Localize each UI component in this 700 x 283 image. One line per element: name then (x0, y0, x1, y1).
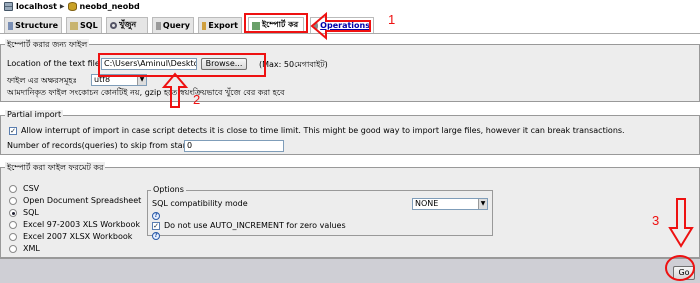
compression-note: আমদানিকৃত ফাইল সংকোচন কোনটিই নয়, gzip হ… (7, 88, 285, 97)
annotation-arrow-down-icon (668, 198, 694, 248)
tab-sql-label: SQL (80, 21, 98, 30)
tab-structure-label: Structure (15, 21, 58, 30)
format-radio-sql[interactable] (9, 209, 17, 217)
format-label-xml: XML (23, 244, 40, 253)
format-radio-xlsx[interactable] (9, 233, 17, 241)
annotation-number-2: 2 (193, 92, 201, 107)
partial-section-legend: Partial import (5, 110, 64, 119)
breadcrumb-database[interactable]: neobd_neobd (80, 2, 140, 11)
breadcrumb-server[interactable]: localhost (16, 2, 57, 11)
options-box: Options SQL compatibility mode ? NONE ▼ … (147, 185, 493, 240)
partial-import-section: Partial import ✓ Allow interrupt of impo… (0, 110, 700, 155)
database-icon (67, 1, 77, 11)
export-icon (202, 21, 207, 30)
allow-interrupt-checkbox[interactable]: ✓ (9, 127, 17, 135)
format-radio-csv[interactable] (9, 185, 17, 193)
auto-increment-label: Do not use AUTO_INCREMENT for zero value… (164, 221, 346, 230)
query-icon (156, 21, 161, 30)
annotation-number-3: 3 (652, 213, 660, 228)
format-radio-ods[interactable] (9, 197, 17, 205)
format-label-ods: Open Document Spreadsheet (23, 196, 142, 205)
breadcrumb: localhost ▶ neobd_neobd (4, 1, 140, 11)
sql-compat-value: NONE (415, 199, 439, 208)
server-icon (4, 1, 13, 11)
auto-increment-checkbox[interactable]: ✓ (152, 222, 160, 230)
format-section-legend: ইম্পোর্ট করা ফাইল ফরমেট কর (5, 162, 106, 175)
tab-search[interactable]: খুঁজুন (106, 17, 148, 33)
skip-records-label: Number of records(queries) to skip from … (7, 141, 190, 150)
annotation-circle-go (665, 255, 695, 281)
tab-structure[interactable]: Structure (4, 17, 62, 33)
sql-compat-label: SQL compatibility mode (152, 199, 248, 208)
footer-bar: Go (0, 258, 700, 283)
tab-search-label: খুঁজুন (119, 20, 137, 29)
options-legend: Options (151, 185, 186, 194)
tab-export-label: Export (208, 21, 238, 30)
skip-records-input[interactable]: 0 (184, 140, 284, 152)
help-icon[interactable]: ? (152, 232, 160, 240)
search-icon (110, 22, 117, 29)
chevron-down-icon: ▼ (478, 199, 487, 209)
help-icon[interactable]: ? (152, 212, 160, 220)
format-label-xls: Excel 97-2003 XLS Workbook (23, 220, 141, 229)
tab-query-label: Query (162, 21, 190, 30)
location-label: Location of the text file (7, 59, 100, 68)
format-section: ইম্পোর্ট করা ফাইল ফরমেট কর CSV Open Docu… (0, 162, 700, 258)
sql-icon (70, 21, 78, 30)
format-label-csv: CSV (23, 184, 40, 193)
tab-query[interactable]: Query (152, 17, 194, 33)
format-label-xlsx: Excel 2007 XLSX Workbook (23, 232, 133, 241)
annotation-arrow-left-icon (310, 11, 371, 41)
max-size-note: (Max: 50মেগাবাইট) (259, 60, 328, 69)
tab-export[interactable]: Export (198, 17, 242, 33)
format-radio-xml[interactable] (9, 245, 17, 253)
format-radio-xls[interactable] (9, 221, 17, 229)
annotation-arrow-up-icon (161, 72, 189, 108)
annotation-box-import-tab (244, 13, 308, 33)
annotation-number-1: 1 (388, 12, 396, 27)
format-label-sql: SQL (23, 208, 39, 217)
allow-interrupt-label: Allow interrupt of import in case script… (21, 126, 625, 135)
tab-sql[interactable]: SQL (66, 17, 102, 33)
structure-icon (8, 21, 14, 30)
file-section-legend: ইম্পোর্ট করার জন্য ফাইল (5, 39, 90, 52)
breadcrumb-separator-icon: ▶ (59, 2, 65, 10)
sql-compat-select[interactable]: NONE ▼ (412, 198, 488, 210)
